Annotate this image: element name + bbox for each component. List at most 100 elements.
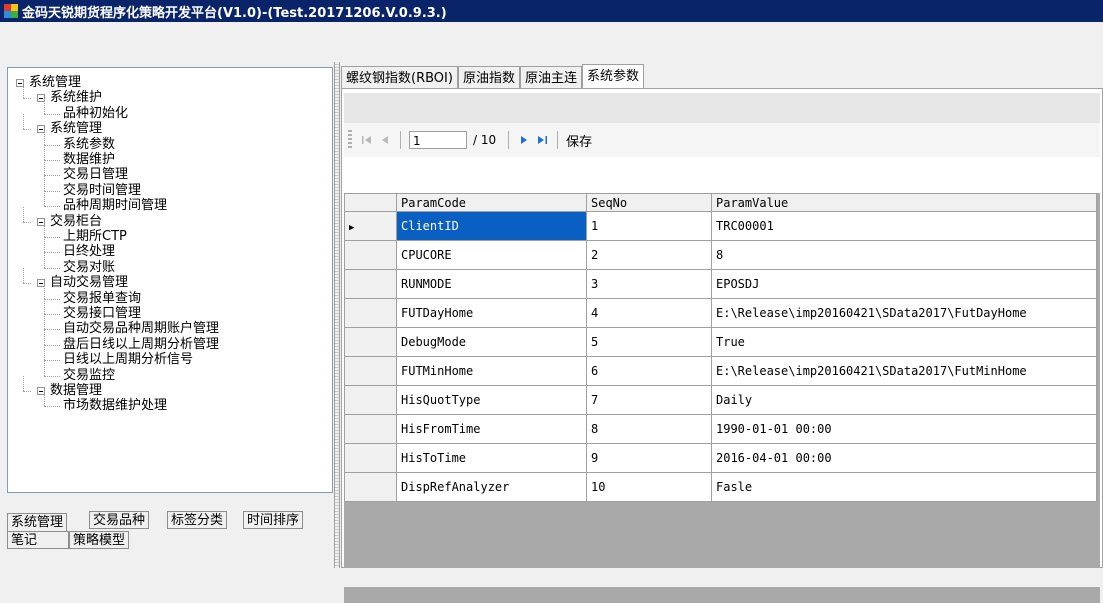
table-row[interactable]: HisToTime 9 2016-04-01 00:00 [344,443,1097,473]
tree-node-label[interactable]: 系统管理 [29,76,81,90]
cell-seqno[interactable]: 8 [586,414,712,444]
row-header[interactable]: ▶ [344,211,397,241]
table-row[interactable]: FUTDayHome 4 E:\Release\imp20160421\SData2… [344,298,1097,328]
tree-node-label[interactable]: 交易日管理 [63,168,128,182]
tree-connector [44,160,45,176]
tree-node-label[interactable]: 日终处理 [63,245,115,259]
row-header[interactable] [344,298,397,328]
tree-node-label[interactable]: 品种周期时间管理 [63,199,167,213]
cell-seqno[interactable]: 2 [586,240,712,270]
cell-paramvalue[interactable]: TRC00001 [711,211,1097,241]
cell-seqno[interactable]: 3 [586,269,712,299]
column-header-paramcode[interactable]: ParamCode [396,193,587,212]
cell-seqno[interactable]: 7 [586,385,712,415]
tree-node-label[interactable]: 市场数据维护处理 [63,399,167,413]
cell-paramcode[interactable]: DispRefAnalyzer [396,472,587,502]
cell-paramcode[interactable]: RUNMODE [396,269,587,299]
tab-trading-varieties[interactable]: 交易品种 [89,511,150,529]
cell-paramcode[interactable]: HisToTime [396,443,587,473]
tab-notes[interactable]: 笔记 [7,531,69,549]
cell-paramcode[interactable]: CPUCORE [396,240,587,270]
tree-node-label[interactable]: 品种初始化 [63,106,128,121]
cell-paramcode[interactable]: DebugMode [396,327,587,357]
tree-node-label[interactable]: 数据维护 [63,153,115,167]
cell-paramvalue[interactable]: 8 [711,240,1097,270]
save-button[interactable]: 保存 [566,131,592,150]
cell-seqno[interactable]: 9 [586,443,712,473]
cell-paramvalue[interactable]: E:\Release\imp20160421\SData2017\FutMinH… [711,356,1097,386]
cell-paramvalue[interactable]: EPOSDJ [711,269,1097,299]
table-row[interactable]: DebugMode 5 True [344,327,1097,357]
tree-node-label[interactable]: 交易报单查询 [63,291,141,306]
cell-seqno[interactable]: 5 [586,327,712,357]
cell-paramcode[interactable]: HisFromTime [396,414,587,444]
move-next-icon[interactable] [515,130,533,150]
cell-paramvalue[interactable]: 2016-04-01 00:00 [711,443,1097,473]
tab-strategy-model[interactable]: 策略模型 [69,531,130,549]
table-row[interactable]: HisQuotType 7 Daily [344,385,1097,415]
cell-seqno[interactable]: 6 [586,356,712,386]
row-header[interactable] [344,443,397,473]
tree-node-label[interactable]: 盘后日线以上周期分析管理 [63,337,219,352]
row-header[interactable] [344,472,397,502]
tree-node-label[interactable]: 交易监控 [63,368,115,383]
tab-crude-main[interactable]: 原油主连 [519,66,582,90]
tree-node-label[interactable]: 交易柜台 [50,214,102,229]
panel-splitter[interactable] [334,62,340,568]
navigation-tree[interactable]: 系统管理 系统维护 品种初始化 系统管理 系统参数 数据维护 交易日管理 交易时间管理 品种周期… [7,67,333,493]
table-row[interactable]: RUNMODE 3 EPOSDJ [344,269,1097,299]
tree-node-label[interactable]: 系统参数 [63,137,115,152]
status-bar [0,568,1103,587]
cell-paramvalue[interactable]: E:\Release\imp20160421\SData2017\FutDayH… [711,298,1097,328]
table-row[interactable]: DispRefAnalyzer 10 Fasle [344,472,1097,502]
current-position-input[interactable]: 1 [409,131,467,149]
row-header[interactable] [344,269,397,299]
row-header[interactable] [344,414,397,444]
tree-node-label[interactable]: 交易对账 [63,260,115,275]
cell-seqno[interactable]: 10 [586,472,712,502]
cell-paramcode[interactable]: ClientID [396,211,587,241]
row-header[interactable] [344,327,397,357]
toolbar-grip[interactable] [348,130,352,150]
cell-paramcode[interactable]: HisQuotType [396,385,587,415]
move-first-icon[interactable] [358,130,376,150]
tree-node-label[interactable]: 系统维护 [50,91,102,105]
row-header-corner[interactable] [344,193,397,212]
cell-seqno[interactable]: 4 [586,298,712,328]
tree-node-label[interactable]: 自动交易管理 [50,276,128,290]
tree-node-label[interactable]: 日线以上周期分析信号 [63,353,193,367]
tree-node-label[interactable]: 系统管理 [50,122,102,136]
table-row[interactable]: CPUCORE 2 8 [344,240,1097,270]
tree-connector [44,175,45,191]
tab-system-management[interactable]: 系统管理 [7,513,68,531]
tab-crude-index[interactable]: 原油指数 [457,66,520,90]
cell-paramvalue[interactable]: 1990-01-01 00:00 [711,414,1097,444]
tree-node-label[interactable]: 交易接口管理 [63,307,141,321]
tree-node-label[interactable]: 数据管理 [50,384,102,398]
cell-paramvalue[interactable]: Fasle [711,472,1097,502]
cell-paramcode[interactable]: FUTMinHome [396,356,587,386]
row-header[interactable] [344,385,397,415]
tab-system-params[interactable]: 系统参数 [581,64,644,90]
table-row[interactable]: FUTMinHome 6 E:\Release\imp20160421\SData2… [344,356,1097,386]
move-previous-icon[interactable] [376,130,394,150]
cell-paramvalue[interactable]: True [711,327,1097,357]
move-last-icon[interactable] [533,130,551,150]
row-header[interactable] [344,356,397,386]
row-header[interactable] [344,240,397,270]
cell-paramcode[interactable]: FUTDayHome [396,298,587,328]
params-data-grid[interactable]: ParamCode SeqNo ParamValue ▶ ClientID 1 TRC… [344,193,1100,603]
column-header-paramvalue[interactable]: ParamValue [711,193,1097,212]
tree-connector [44,283,45,299]
tree-node-label[interactable]: 上期所CTP [63,230,127,244]
cell-paramvalue[interactable]: Daily [711,385,1097,415]
cell-seqno[interactable]: 1 [586,211,712,241]
tree-node-label[interactable]: 自动交易品种周期账户管理 [63,322,219,336]
table-row[interactable]: ▶ ClientID 1 TRC00001 [344,211,1097,241]
tree-node-label[interactable]: 交易时间管理 [63,183,141,198]
column-header-seqno[interactable]: SeqNo [586,193,712,212]
table-row[interactable]: HisFromTime 8 1990-01-01 00:00 [344,414,1097,444]
tab-tag-category[interactable]: 标签分类 [167,511,228,529]
tab-time-sort[interactable]: 时间排序 [243,511,304,529]
tab-rebar-index[interactable]: 螺纹钢指数(RBOI) [341,66,458,90]
